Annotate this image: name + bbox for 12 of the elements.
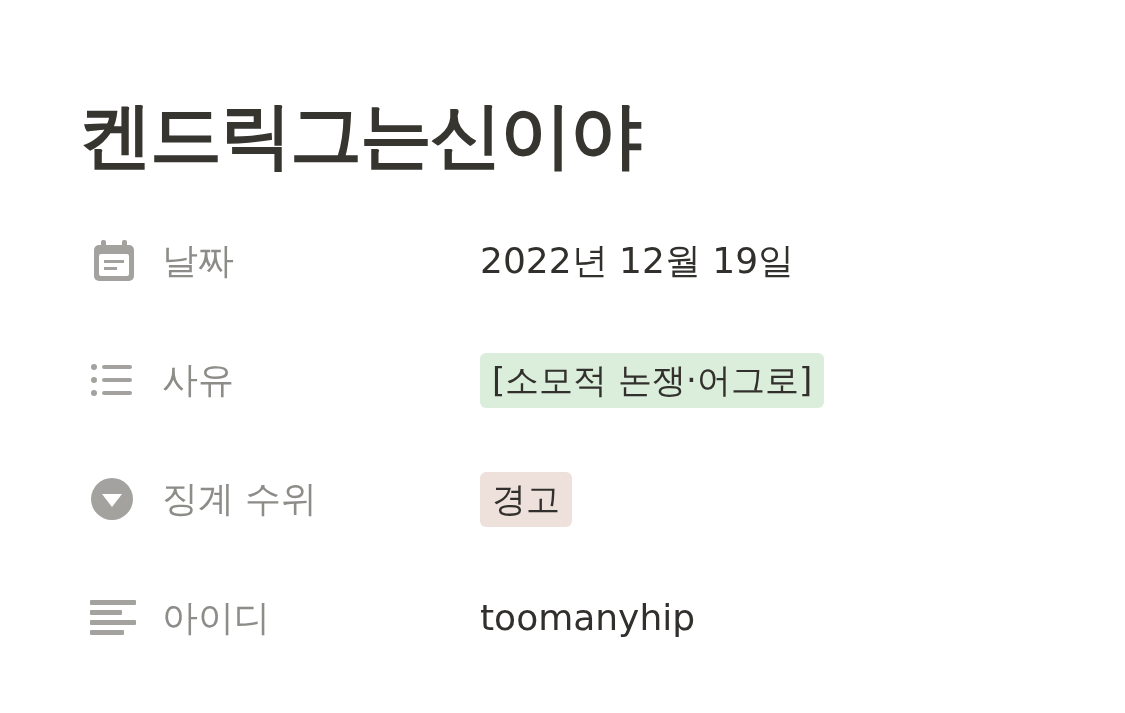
text-lines-icon (90, 599, 136, 638)
text-value: toomanyhip (480, 596, 696, 641)
list-icon (90, 363, 134, 398)
dropdown-icon (90, 477, 134, 522)
property-label: 날짜 (162, 239, 235, 284)
property-label: 사유 (162, 358, 235, 403)
page-title: 켄드릭그는신이야 (80, 92, 642, 179)
tag: 경고 (480, 471, 572, 527)
property-label: 징계 수위 (162, 477, 319, 522)
tag: [소모적 논쟁·어그로] (480, 352, 825, 408)
property-label: 아이디 (162, 596, 271, 641)
date-value: 2022년 12월 19일 (480, 239, 795, 284)
